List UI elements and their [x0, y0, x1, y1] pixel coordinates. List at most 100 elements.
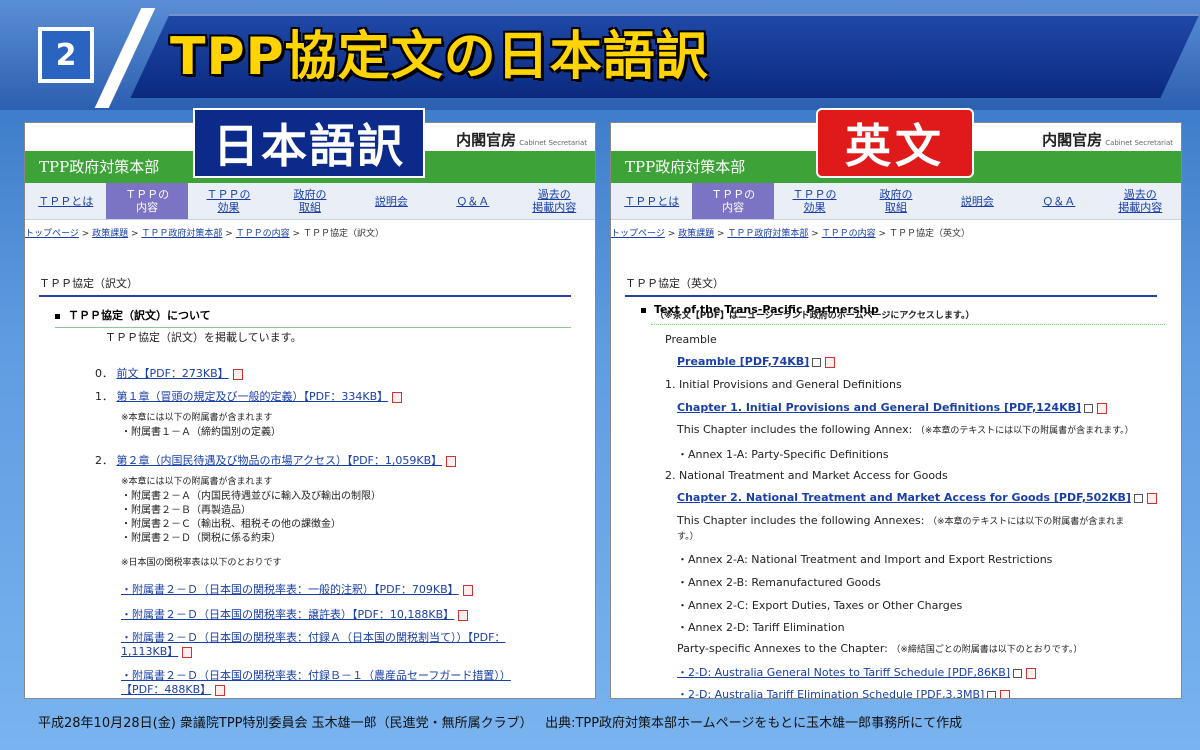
- pdf-icon: [232, 368, 243, 380]
- external-link-icon: [1013, 668, 1023, 678]
- chapter2-annex-a: ・Annex 2-A: National Treatment and Impor…: [677, 553, 1053, 566]
- nav-item-government[interactable]: 政府の 取組: [855, 183, 936, 219]
- pdf-icon: [1097, 402, 1108, 414]
- tariff-schedule-link[interactable]: ・附属書２－Ｄ（日本国の関税率表：譲許表）【PDF：10,188KB】: [121, 608, 454, 621]
- external-link-icon: [812, 357, 822, 367]
- footer-source: 出典:TPP政府対策本部ホームページをもとに玉木雄一郎事務所にて作成: [545, 716, 963, 731]
- tariff-appendix-a-link[interactable]: ・附属書２－Ｄ（日本国の関税率表：付録Ａ（日本国の関税割当て））【PDF：: [121, 631, 505, 644]
- chapter1-annex: ・Annex 1-A: Party-Specific Definitions: [677, 448, 889, 461]
- list-item-preamble: 0． 前文【PDF：273KB】: [95, 365, 243, 381]
- breadcrumb: トップページ > 政策課題 > ＴＰＰ政府対策本部 > ＴＰＰの内容 > ＴＰＰ…: [25, 229, 384, 239]
- chapter2-link[interactable]: Chapter 2. National Treatment and Market…: [677, 491, 1131, 504]
- chapter1-link[interactable]: Chapter 1. Initial Provisions and Genera…: [677, 401, 1081, 414]
- divider: [651, 324, 1165, 325]
- chapter1-row: Chapter 1. Initial Provisions and Genera…: [677, 401, 1108, 414]
- chapter1-note: This Chapter includes the following Anne…: [677, 423, 1134, 436]
- chapter1-link[interactable]: 第１章（冒頭の規定及び一般的定義）【PDF：334KB】: [117, 390, 389, 403]
- nav-item-qa[interactable]: Ｑ＆Ａ: [432, 183, 513, 219]
- australia-notes-link[interactable]: ・2-D: Australia General Notes to Tariff …: [677, 666, 1010, 679]
- crumb-policy[interactable]: 政策課題: [678, 229, 714, 239]
- pdf-icon: [1026, 667, 1037, 679]
- chapter2-label: 2. National Treatment and Market Access …: [665, 469, 948, 482]
- external-link-icon: [987, 690, 997, 698]
- chapter2-annex-c: ・附属書２－Ｃ（輸出税、租税その他の課徴金）: [121, 519, 341, 530]
- nav-item-about[interactable]: ＴＰＰとは: [25, 183, 106, 219]
- preamble-label: Preamble: [665, 333, 717, 346]
- pdf-icon: [462, 584, 473, 596]
- crumb-contents[interactable]: ＴＰＰの内容: [822, 229, 876, 239]
- section-title: ＴＰＰ協定（英文）: [625, 275, 1157, 297]
- chapter1-annex: ・附属書１－Ａ（締約国別の定義）: [121, 427, 281, 438]
- tariff-schedule: ・附属書２－Ｄ（日本国の関税率表：譲許表）【PDF：10,188KB】: [121, 606, 469, 622]
- tariff-general-link[interactable]: ・附属書２－Ｄ（日本国の関税率表：一般的注釈）【PDF：709KB】: [121, 583, 459, 596]
- party-link-row-1: ・2-D: Australia General Notes to Tariff …: [677, 664, 1037, 680]
- chapter2-row: Chapter 2. National Treatment and Market…: [677, 491, 1157, 504]
- chapter2-annex-b: ・附属書２－Ｂ（再製造品）: [121, 505, 251, 516]
- nav-item-about[interactable]: ＴＰＰとは: [611, 183, 692, 219]
- slide-number-badge: 2: [38, 27, 94, 83]
- nav-item-effects[interactable]: ＴＰＰの 効果: [188, 183, 269, 219]
- chapter2-annex-d: ・附属書２－Ｄ（関税に係る約束）: [121, 533, 281, 544]
- chapter2-annex-b: ・Annex 2-B: Remanufactured Goods: [677, 576, 881, 589]
- bullet-square-icon: [641, 307, 646, 313]
- tariff-appendix-b1-link-cont[interactable]: 【PDF：488KB】: [121, 683, 211, 696]
- nav-item-contents[interactable]: ＴＰＰの 内容: [106, 183, 188, 219]
- nav-bar: ＴＰＰとは ＴＰＰの 内容 ＴＰＰの 効果 政府の 取組 説明会 Ｑ＆Ａ 過去の…: [611, 183, 1181, 220]
- pdf-icon: [458, 609, 469, 621]
- chapter2-note: ※本章には以下の附属書が含まれます: [121, 477, 273, 487]
- australia-schedule-link[interactable]: ・2-D: Australia Tariff Elimination Sched…: [677, 688, 984, 698]
- pdf-icon: [182, 646, 193, 658]
- chapter2-note: This Chapter includes the following Anne…: [677, 514, 1125, 542]
- party-link-row-2: ・2-D: Australia Tariff Elimination Sched…: [677, 686, 1011, 698]
- crumb-home[interactable]: トップページ: [611, 229, 665, 239]
- preamble-link[interactable]: 前文【PDF：273KB】: [117, 367, 229, 380]
- nav-item-briefings[interactable]: 説明会: [937, 183, 1018, 219]
- chapter1-note: ※本章には以下の附属書が含まれます: [121, 413, 273, 423]
- pdf-icon: [1146, 492, 1157, 504]
- chapter1-label: 1. Initial Provisions and General Defini…: [665, 378, 902, 391]
- crumb-current: ＴＰＰ協定（訳文）: [302, 229, 384, 239]
- chapter2-link[interactable]: 第２章（内国民待遇及び物品の市場アクセス）【PDF：1,059KB】: [117, 454, 443, 467]
- nav-item-contents[interactable]: ＴＰＰの 内容: [692, 183, 774, 219]
- nav-item-briefings[interactable]: 説明会: [351, 183, 432, 219]
- tariff-note: ※日本国の関税率表は以下のとおりです: [121, 558, 282, 568]
- english-page-screenshot: 内閣官房 Cabinet Secretariat TPP政府対策本部 ＴＰＰとは …: [610, 122, 1182, 699]
- preamble-link[interactable]: Preamble [PDF,74KB]: [677, 355, 809, 368]
- chapter2-annex-a: ・附属書２－Ａ（内国民待遇並びに輸入及び輸出の制限）: [121, 491, 381, 502]
- crumb-hq[interactable]: ＴＰＰ政府対策本部: [141, 229, 222, 239]
- breadcrumb: トップページ > 政策課題 > ＴＰＰ政府対策本部 > ＴＰＰの内容 > ＴＰＰ…: [611, 229, 970, 239]
- pdf-icon: [215, 684, 226, 696]
- pdf-icon: [392, 391, 403, 403]
- intro-text: ＴＰＰ協定（訳文）を掲載しています。: [105, 331, 302, 344]
- cabinet-logo[interactable]: 内閣官房 Cabinet Secretariat: [456, 129, 587, 150]
- tariff-appendix-a: ・附属書２－Ｄ（日本国の関税率表：付録Ａ（日本国の関税割当て））【PDF： 1,…: [121, 631, 505, 659]
- nav-item-government[interactable]: 政府の 取組: [269, 183, 350, 219]
- japanese-page-screenshot: 内閣官房 Cabinet Secretariat TPP政府対策本部 ＴＰＰとは …: [24, 122, 596, 699]
- nav-item-archive[interactable]: 過去の 掲載内容: [1100, 183, 1181, 219]
- tariff-appendix-b1-link[interactable]: ・附属書２－Ｄ（日本国の関税率表：付録Ｂ－１（農産品セーフガード措置））: [121, 669, 511, 682]
- section-title: ＴＰＰ協定（訳文）: [39, 275, 571, 297]
- cabinet-logo[interactable]: 内閣官房 Cabinet Secretariat: [1042, 129, 1173, 150]
- tariff-appendix-a-link-cont[interactable]: 1,113KB】: [121, 645, 178, 658]
- pdf-icon: [1000, 689, 1011, 698]
- chapter2-annex-d: ・Annex 2-D: Tariff Elimination: [677, 621, 845, 634]
- nav-item-effects[interactable]: ＴＰＰの 効果: [774, 183, 855, 219]
- sub-heading-note: （※条文【PDF】はニュージーランド政府のホームページにアクセスします。）: [655, 311, 975, 321]
- list-item-chapter2: 2． 第２章（内国民待遇及び物品の市場アクセス）【PDF：1,059KB】: [95, 452, 457, 468]
- nav-item-qa[interactable]: Ｑ＆Ａ: [1018, 183, 1099, 219]
- slide-title: TPP協定文の日本語訳: [170, 27, 709, 87]
- crumb-home[interactable]: トップページ: [25, 229, 79, 239]
- tariff-appendix-b1: ・附属書２－Ｄ（日本国の関税率表：付録Ｂ－１（農産品セーフガード措置）） 【PD…: [121, 669, 511, 697]
- pdf-icon: [825, 356, 836, 368]
- footer: 平成28年10月28日(金) 衆議院TPP特別委員会 玉木雄一郎（民進党・無所属…: [38, 712, 962, 731]
- list-item-chapter1: 1． 第１章（冒頭の規定及び一般的定義）【PDF：334KB】: [95, 388, 403, 404]
- japanese-translation-label: 日本語訳: [193, 108, 425, 178]
- crumb-current: ＴＰＰ協定（英文）: [888, 229, 970, 239]
- crumb-contents[interactable]: ＴＰＰの内容: [236, 229, 290, 239]
- external-link-icon: [1084, 403, 1094, 413]
- crumb-hq[interactable]: ＴＰＰ政府対策本部: [727, 229, 808, 239]
- nav-bar: ＴＰＰとは ＴＰＰの 内容 ＴＰＰの 効果 政府の 取組 説明会 Ｑ＆Ａ 過去の…: [25, 183, 595, 220]
- preamble-row: Preamble [PDF,74KB]: [677, 355, 836, 368]
- crumb-policy[interactable]: 政策課題: [92, 229, 128, 239]
- nav-item-archive[interactable]: 過去の 掲載内容: [514, 183, 595, 219]
